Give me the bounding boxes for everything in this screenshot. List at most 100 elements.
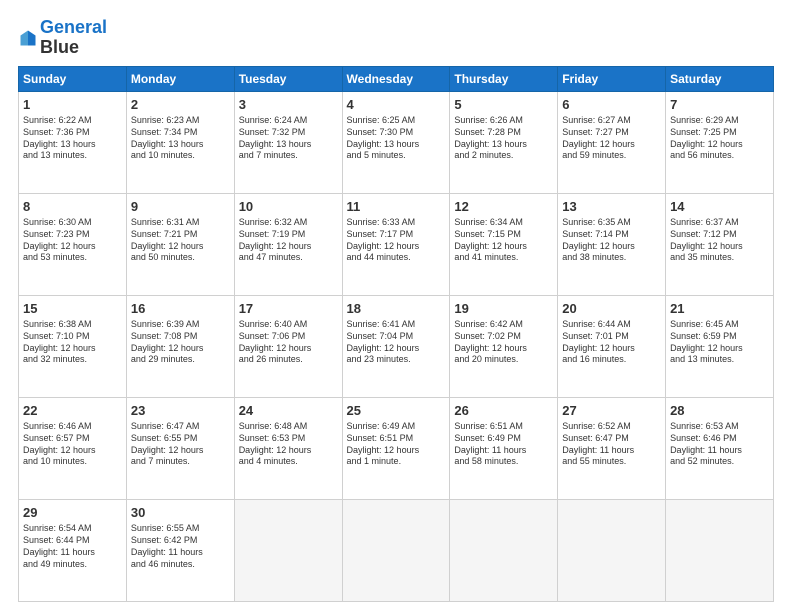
day-cell: 6Sunrise: 6:27 AM Sunset: 7:27 PM Daylig… — [558, 91, 666, 193]
day-number: 11 — [347, 198, 446, 216]
day-number: 25 — [347, 402, 446, 420]
week-row-3: 15Sunrise: 6:38 AM Sunset: 7:10 PM Dayli… — [19, 295, 774, 397]
day-cell — [234, 499, 342, 601]
day-cell: 12Sunrise: 6:34 AM Sunset: 7:15 PM Dayli… — [450, 193, 558, 295]
day-cell: 18Sunrise: 6:41 AM Sunset: 7:04 PM Dayli… — [342, 295, 450, 397]
day-info: Sunrise: 6:46 AM Sunset: 6:57 PM Dayligh… — [23, 421, 122, 468]
day-cell: 3Sunrise: 6:24 AM Sunset: 7:32 PM Daylig… — [234, 91, 342, 193]
day-info: Sunrise: 6:53 AM Sunset: 6:46 PM Dayligh… — [670, 421, 769, 468]
day-info: Sunrise: 6:51 AM Sunset: 6:49 PM Dayligh… — [454, 421, 553, 468]
weekday-tuesday: Tuesday — [234, 66, 342, 91]
day-number: 12 — [454, 198, 553, 216]
day-cell: 8Sunrise: 6:30 AM Sunset: 7:23 PM Daylig… — [19, 193, 127, 295]
day-number: 13 — [562, 198, 661, 216]
page: GeneralBlue SundayMondayTuesdayWednesday… — [0, 0, 792, 612]
day-number: 17 — [239, 300, 338, 318]
weekday-header-row: SundayMondayTuesdayWednesdayThursdayFrid… — [19, 66, 774, 91]
day-cell: 23Sunrise: 6:47 AM Sunset: 6:55 PM Dayli… — [126, 397, 234, 499]
day-info: Sunrise: 6:35 AM Sunset: 7:14 PM Dayligh… — [562, 217, 661, 264]
week-row-5: 29Sunrise: 6:54 AM Sunset: 6:44 PM Dayli… — [19, 499, 774, 601]
day-info: Sunrise: 6:37 AM Sunset: 7:12 PM Dayligh… — [670, 217, 769, 264]
calendar-body: 1Sunrise: 6:22 AM Sunset: 7:36 PM Daylig… — [19, 91, 774, 601]
logo-text: GeneralBlue — [40, 18, 107, 58]
day-info: Sunrise: 6:33 AM Sunset: 7:17 PM Dayligh… — [347, 217, 446, 264]
day-info: Sunrise: 6:55 AM Sunset: 6:42 PM Dayligh… — [131, 523, 230, 570]
day-info: Sunrise: 6:49 AM Sunset: 6:51 PM Dayligh… — [347, 421, 446, 468]
day-number: 6 — [562, 96, 661, 114]
weekday-thursday: Thursday — [450, 66, 558, 91]
day-number: 5 — [454, 96, 553, 114]
day-cell: 16Sunrise: 6:39 AM Sunset: 7:08 PM Dayli… — [126, 295, 234, 397]
day-cell: 26Sunrise: 6:51 AM Sunset: 6:49 PM Dayli… — [450, 397, 558, 499]
day-info: Sunrise: 6:34 AM Sunset: 7:15 PM Dayligh… — [454, 217, 553, 264]
day-number: 19 — [454, 300, 553, 318]
day-cell: 7Sunrise: 6:29 AM Sunset: 7:25 PM Daylig… — [666, 91, 774, 193]
day-info: Sunrise: 6:32 AM Sunset: 7:19 PM Dayligh… — [239, 217, 338, 264]
day-cell: 10Sunrise: 6:32 AM Sunset: 7:19 PM Dayli… — [234, 193, 342, 295]
day-cell: 21Sunrise: 6:45 AM Sunset: 6:59 PM Dayli… — [666, 295, 774, 397]
day-info: Sunrise: 6:41 AM Sunset: 7:04 PM Dayligh… — [347, 319, 446, 366]
day-info: Sunrise: 6:47 AM Sunset: 6:55 PM Dayligh… — [131, 421, 230, 468]
day-number: 4 — [347, 96, 446, 114]
day-cell: 14Sunrise: 6:37 AM Sunset: 7:12 PM Dayli… — [666, 193, 774, 295]
day-cell: 11Sunrise: 6:33 AM Sunset: 7:17 PM Dayli… — [342, 193, 450, 295]
day-number: 20 — [562, 300, 661, 318]
day-info: Sunrise: 6:42 AM Sunset: 7:02 PM Dayligh… — [454, 319, 553, 366]
day-number: 8 — [23, 198, 122, 216]
day-number: 3 — [239, 96, 338, 114]
day-number: 9 — [131, 198, 230, 216]
day-number: 21 — [670, 300, 769, 318]
week-row-1: 1Sunrise: 6:22 AM Sunset: 7:36 PM Daylig… — [19, 91, 774, 193]
day-cell: 19Sunrise: 6:42 AM Sunset: 7:02 PM Dayli… — [450, 295, 558, 397]
day-info: Sunrise: 6:39 AM Sunset: 7:08 PM Dayligh… — [131, 319, 230, 366]
day-cell: 13Sunrise: 6:35 AM Sunset: 7:14 PM Dayli… — [558, 193, 666, 295]
day-cell: 2Sunrise: 6:23 AM Sunset: 7:34 PM Daylig… — [126, 91, 234, 193]
weekday-monday: Monday — [126, 66, 234, 91]
week-row-2: 8Sunrise: 6:30 AM Sunset: 7:23 PM Daylig… — [19, 193, 774, 295]
day-number: 22 — [23, 402, 122, 420]
day-number: 28 — [670, 402, 769, 420]
day-number: 27 — [562, 402, 661, 420]
day-cell: 28Sunrise: 6:53 AM Sunset: 6:46 PM Dayli… — [666, 397, 774, 499]
day-info: Sunrise: 6:38 AM Sunset: 7:10 PM Dayligh… — [23, 319, 122, 366]
day-cell: 1Sunrise: 6:22 AM Sunset: 7:36 PM Daylig… — [19, 91, 127, 193]
day-number: 1 — [23, 96, 122, 114]
day-number: 23 — [131, 402, 230, 420]
header: GeneralBlue — [18, 18, 774, 58]
day-cell — [666, 499, 774, 601]
calendar-table: SundayMondayTuesdayWednesdayThursdayFrid… — [18, 66, 774, 602]
day-cell: 9Sunrise: 6:31 AM Sunset: 7:21 PM Daylig… — [126, 193, 234, 295]
day-info: Sunrise: 6:40 AM Sunset: 7:06 PM Dayligh… — [239, 319, 338, 366]
day-cell: 20Sunrise: 6:44 AM Sunset: 7:01 PM Dayli… — [558, 295, 666, 397]
day-number: 18 — [347, 300, 446, 318]
day-number: 10 — [239, 198, 338, 216]
day-number: 26 — [454, 402, 553, 420]
day-info: Sunrise: 6:48 AM Sunset: 6:53 PM Dayligh… — [239, 421, 338, 468]
day-cell: 4Sunrise: 6:25 AM Sunset: 7:30 PM Daylig… — [342, 91, 450, 193]
day-number: 15 — [23, 300, 122, 318]
day-info: Sunrise: 6:52 AM Sunset: 6:47 PM Dayligh… — [562, 421, 661, 468]
day-cell: 30Sunrise: 6:55 AM Sunset: 6:42 PM Dayli… — [126, 499, 234, 601]
day-cell: 22Sunrise: 6:46 AM Sunset: 6:57 PM Dayli… — [19, 397, 127, 499]
day-info: Sunrise: 6:25 AM Sunset: 7:30 PM Dayligh… — [347, 115, 446, 162]
day-number: 30 — [131, 504, 230, 522]
weekday-friday: Friday — [558, 66, 666, 91]
day-cell: 29Sunrise: 6:54 AM Sunset: 6:44 PM Dayli… — [19, 499, 127, 601]
day-number: 7 — [670, 96, 769, 114]
day-info: Sunrise: 6:44 AM Sunset: 7:01 PM Dayligh… — [562, 319, 661, 366]
day-info: Sunrise: 6:23 AM Sunset: 7:34 PM Dayligh… — [131, 115, 230, 162]
day-number: 2 — [131, 96, 230, 114]
day-info: Sunrise: 6:27 AM Sunset: 7:27 PM Dayligh… — [562, 115, 661, 162]
day-number: 24 — [239, 402, 338, 420]
day-number: 14 — [670, 198, 769, 216]
day-cell: 17Sunrise: 6:40 AM Sunset: 7:06 PM Dayli… — [234, 295, 342, 397]
week-row-4: 22Sunrise: 6:46 AM Sunset: 6:57 PM Dayli… — [19, 397, 774, 499]
day-number: 29 — [23, 504, 122, 522]
day-info: Sunrise: 6:29 AM Sunset: 7:25 PM Dayligh… — [670, 115, 769, 162]
weekday-wednesday: Wednesday — [342, 66, 450, 91]
day-cell: 15Sunrise: 6:38 AM Sunset: 7:10 PM Dayli… — [19, 295, 127, 397]
day-info: Sunrise: 6:31 AM Sunset: 7:21 PM Dayligh… — [131, 217, 230, 264]
logo: GeneralBlue — [18, 18, 107, 58]
day-info: Sunrise: 6:54 AM Sunset: 6:44 PM Dayligh… — [23, 523, 122, 570]
day-cell — [450, 499, 558, 601]
